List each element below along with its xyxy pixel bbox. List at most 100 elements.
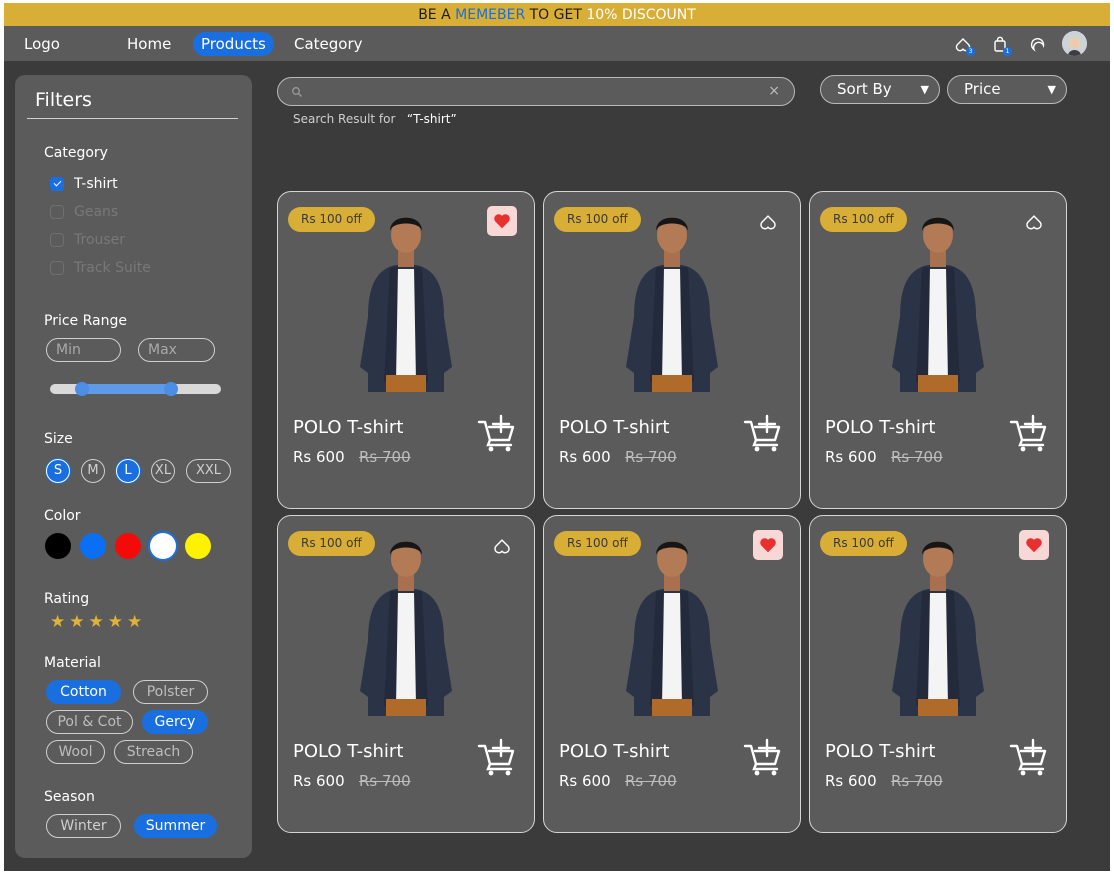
product-image bbox=[626, 541, 718, 716]
product-price: Rs 600 bbox=[559, 448, 611, 466]
logo[interactable]: Logo bbox=[24, 35, 60, 53]
sort-by-dropdown[interactable]: Sort By ▼ bbox=[820, 75, 940, 104]
favorite-button[interactable] bbox=[1019, 530, 1049, 560]
add-to-cart-button[interactable] bbox=[743, 414, 781, 452]
category-option-label: Geans bbox=[74, 204, 119, 220]
material-pol-cot-chip[interactable]: Pol & Cot bbox=[46, 710, 133, 734]
clear-search-icon[interactable]: × bbox=[768, 83, 780, 99]
season-heading: Season bbox=[44, 789, 95, 805]
add-to-cart-button[interactable] bbox=[743, 738, 781, 776]
nav-products-link[interactable]: Products bbox=[193, 32, 274, 56]
price-dropdown[interactable]: Price ▼ bbox=[947, 75, 1067, 104]
chevron-down-icon: ▼ bbox=[920, 83, 929, 96]
size-l-option[interactable]: L bbox=[116, 459, 140, 483]
promo-member-link[interactable]: MEMEBER bbox=[455, 7, 525, 23]
product-image bbox=[626, 217, 718, 392]
product-card[interactable]: Rs 100 off POLO T-shirt Rs 600 Rs 700 bbox=[277, 191, 535, 509]
favorite-button[interactable] bbox=[487, 530, 517, 560]
favorite-button[interactable] bbox=[487, 206, 517, 236]
material-wool-chip[interactable]: Wool bbox=[46, 740, 105, 764]
user-avatar[interactable] bbox=[1062, 31, 1087, 56]
heart-filled-icon bbox=[1026, 538, 1042, 553]
category-geans-checkbox[interactable]: Geans bbox=[50, 202, 118, 222]
heart-filled-icon bbox=[494, 214, 510, 229]
nav-category-link[interactable]: Category bbox=[286, 32, 371, 56]
product-name[interactable]: POLO T-shirt bbox=[559, 741, 669, 762]
product-card[interactable]: Rs 100 off POLO T-shirt Rs 600 Rs 700 bbox=[543, 515, 801, 833]
heart-outline-icon bbox=[760, 215, 776, 230]
product-card[interactable]: Rs 100 off POLO T-shirt Rs 600 Rs 700 bbox=[809, 191, 1067, 509]
product-price: Rs 600 bbox=[293, 448, 345, 466]
add-to-cart-icon bbox=[743, 738, 781, 776]
size-xl-option[interactable]: XL bbox=[151, 459, 175, 483]
product-name[interactable]: POLO T-shirt bbox=[825, 417, 935, 438]
size-s-option[interactable]: S bbox=[46, 459, 70, 483]
add-to-cart-button[interactable] bbox=[1009, 414, 1047, 452]
favorite-button[interactable] bbox=[753, 530, 783, 560]
product-old-price: Rs 700 bbox=[625, 772, 677, 790]
season-summer-chip[interactable]: Summer bbox=[134, 814, 217, 838]
material-streach-chip[interactable]: Streach bbox=[114, 740, 193, 764]
category-tshirt-checkbox[interactable]: T-shirt bbox=[50, 174, 118, 194]
wishlist-count-badge: 3 bbox=[966, 47, 975, 56]
product-card[interactable]: Rs 100 off POLO T-shirt Rs 600 Rs 700 bbox=[277, 515, 535, 833]
product-name[interactable]: POLO T-shirt bbox=[825, 741, 935, 762]
product-image bbox=[892, 541, 984, 716]
product-photo[interactable] bbox=[346, 531, 466, 716]
color-red-swatch[interactable] bbox=[115, 533, 141, 559]
add-to-cart-icon bbox=[477, 414, 515, 452]
dark-mode-icon[interactable] bbox=[1030, 36, 1046, 52]
add-to-cart-button[interactable] bbox=[477, 738, 515, 776]
size-m-option[interactable]: M bbox=[81, 459, 105, 483]
product-photo[interactable] bbox=[346, 207, 466, 392]
color-blue-swatch[interactable] bbox=[80, 533, 106, 559]
favorite-button[interactable] bbox=[753, 206, 783, 236]
material-polster-chip[interactable]: Polster bbox=[133, 680, 208, 704]
check-icon bbox=[50, 177, 64, 191]
add-to-cart-icon bbox=[1009, 414, 1047, 452]
shopping-bag-icon[interactable]: 1 bbox=[992, 36, 1012, 56]
product-old-price: Rs 700 bbox=[891, 772, 943, 790]
promo-prefix: BE A bbox=[418, 6, 456, 23]
color-white-swatch[interactable] bbox=[150, 533, 176, 559]
cart-count-badge: 1 bbox=[1003, 47, 1012, 56]
search-result-query: “T-shirt” bbox=[406, 112, 457, 126]
product-name[interactable]: POLO T-shirt bbox=[293, 741, 403, 762]
color-black-swatch[interactable] bbox=[45, 533, 71, 559]
product-card[interactable]: Rs 100 off POLO T-shirt Rs 600 Rs 700 bbox=[543, 191, 801, 509]
product-name[interactable]: POLO T-shirt bbox=[559, 417, 669, 438]
product-photo[interactable] bbox=[878, 207, 998, 392]
category-tracksuite-checkbox[interactable]: Track Suite bbox=[50, 258, 151, 278]
material-gercy-chip[interactable]: Gercy bbox=[142, 710, 208, 734]
max-price-input[interactable]: Max bbox=[138, 338, 215, 362]
min-price-input[interactable]: Min bbox=[46, 338, 121, 362]
price-range-slider[interactable] bbox=[50, 382, 221, 396]
color-yellow-swatch[interactable] bbox=[185, 533, 211, 559]
promo-banner[interactable]: BE A MEMEBER TO GET 10% DISCOUNT bbox=[4, 3, 1110, 26]
price-max-handle[interactable] bbox=[164, 382, 179, 396]
search-input[interactable]: × bbox=[277, 77, 795, 106]
category-trouser-checkbox[interactable]: Trouser bbox=[50, 230, 125, 250]
material-cotton-chip[interactable]: Cotton bbox=[46, 680, 121, 704]
product-photo[interactable] bbox=[612, 207, 732, 392]
product-old-price: Rs 700 bbox=[891, 448, 943, 466]
add-to-cart-button[interactable] bbox=[1009, 738, 1047, 776]
wishlist-icon[interactable]: 3 bbox=[955, 36, 975, 56]
product-price: Rs 600 bbox=[825, 772, 877, 790]
product-old-price: Rs 700 bbox=[359, 772, 411, 790]
product-card[interactable]: Rs 100 off POLO T-shirt Rs 600 Rs 700 bbox=[809, 515, 1067, 833]
season-winter-chip[interactable]: Winter bbox=[46, 814, 121, 838]
add-to-cart-button[interactable] bbox=[477, 414, 515, 452]
color-heading: Color bbox=[44, 508, 81, 524]
rating-heading: Rating bbox=[44, 591, 90, 607]
product-price: Rs 600 bbox=[559, 772, 611, 790]
product-photo[interactable] bbox=[612, 531, 732, 716]
category-option-label: Track Suite bbox=[74, 260, 151, 276]
nav-home-link[interactable]: Home bbox=[119, 32, 179, 56]
size-xxl-option[interactable]: XXL bbox=[186, 459, 231, 483]
product-photo[interactable] bbox=[878, 531, 998, 716]
product-name[interactable]: POLO T-shirt bbox=[293, 417, 403, 438]
favorite-button[interactable] bbox=[1019, 206, 1049, 236]
filters-divider bbox=[27, 118, 238, 119]
rating-stars[interactable]: ★★★★★ bbox=[50, 612, 146, 632]
